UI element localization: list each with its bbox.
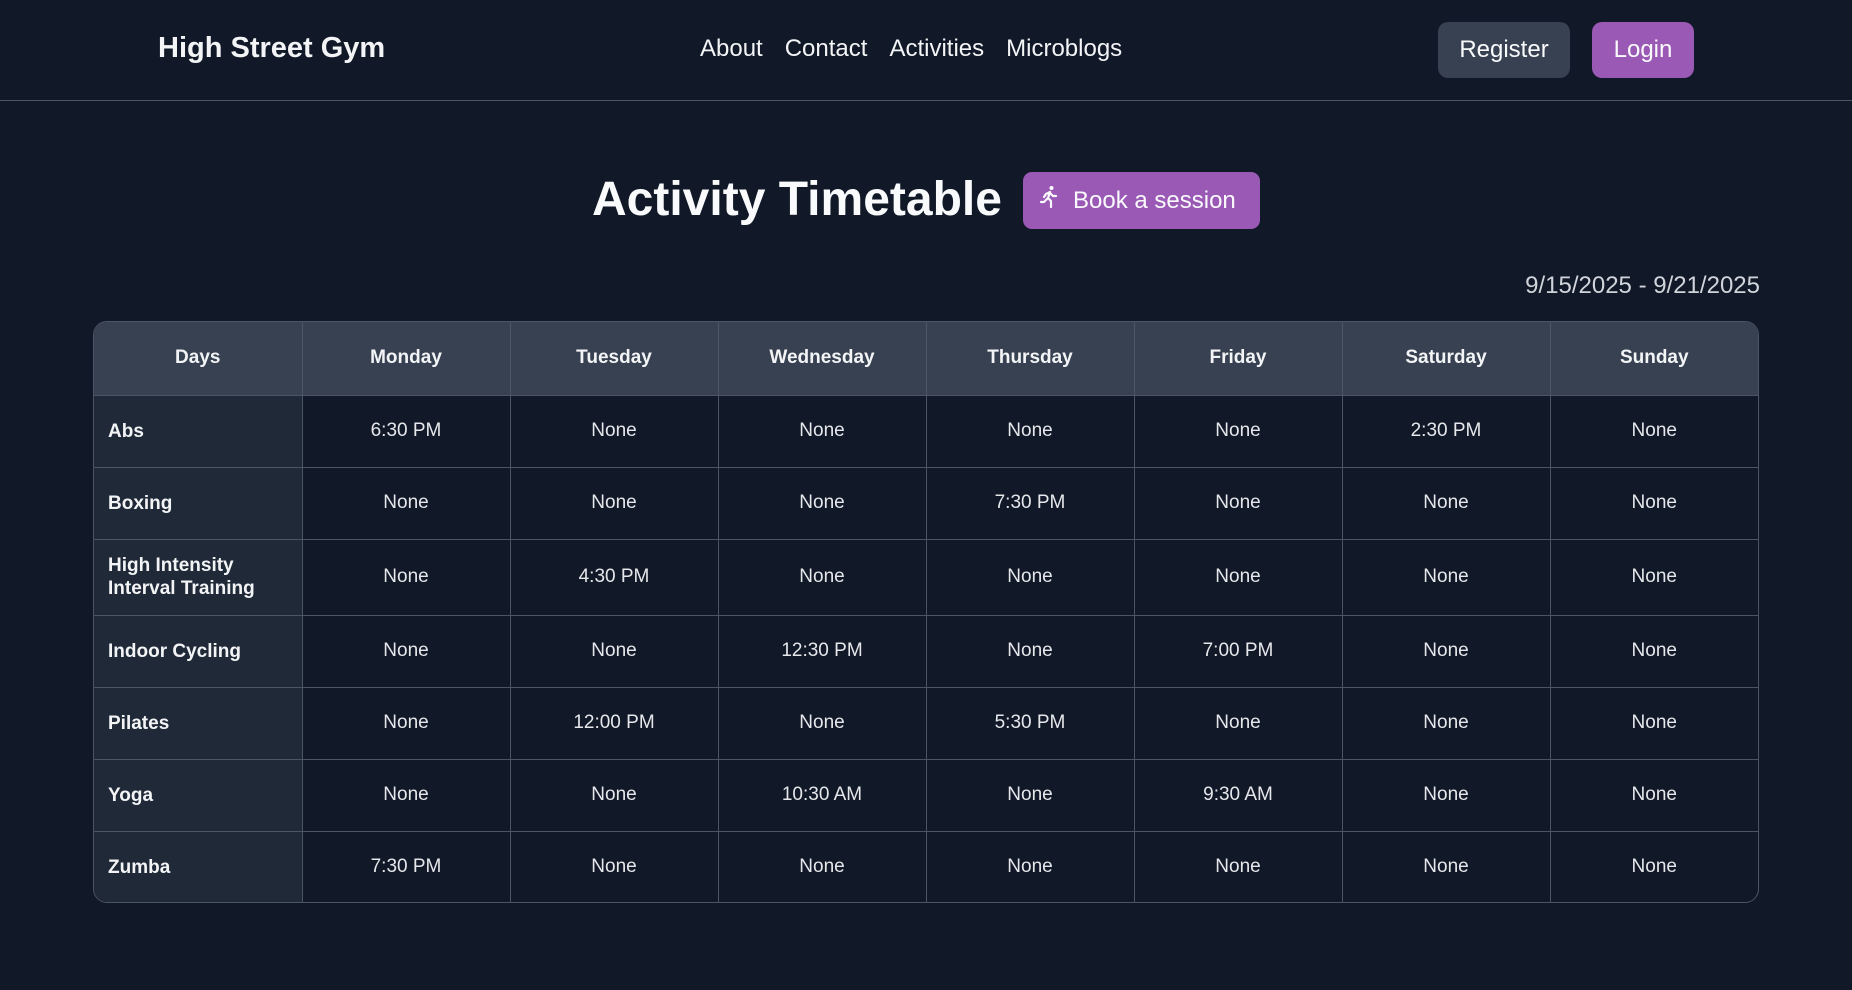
session-time: None <box>1134 539 1343 616</box>
session-time: None <box>1550 759 1758 832</box>
register-button[interactable]: Register <box>1438 22 1570 78</box>
session-time: None <box>1342 759 1551 832</box>
session-time: None <box>1342 539 1551 616</box>
column-header-wednesday: Wednesday <box>718 322 927 396</box>
session-time: None <box>1342 687 1551 760</box>
activity-name: Indoor Cycling <box>94 615 303 688</box>
session-time: None <box>1550 467 1758 540</box>
session-time: None <box>926 759 1135 832</box>
session-time: None <box>718 395 927 468</box>
session-time: None <box>510 467 719 540</box>
nav-link-about[interactable]: About <box>700 35 763 63</box>
nav-link-microblogs[interactable]: Microblogs <box>1006 35 1122 63</box>
session-time: 6:30 PM <box>302 395 511 468</box>
book-session-label: Book a session <box>1073 186 1236 214</box>
top-navigation-bar: High Street Gym About Contact Activities… <box>0 0 1852 101</box>
session-time: None <box>1134 395 1343 468</box>
table-header-row: Days Monday Tuesday Wednesday Thursday F… <box>94 322 1758 396</box>
session-time: None <box>510 395 719 468</box>
timetable: Days Monday Tuesday Wednesday Thursday F… <box>93 321 1759 903</box>
table-row: High Intensity Interval Training None 4:… <box>94 539 1758 616</box>
table-row: Pilates None 12:00 PM None 5:30 PM None … <box>94 687 1758 760</box>
session-time: None <box>1342 831 1551 902</box>
session-time: None <box>1550 687 1758 760</box>
session-time: 4:30 PM <box>510 539 719 616</box>
session-time: None <box>1550 395 1758 468</box>
table-row: Zumba 7:30 PM None None None None None N… <box>94 831 1758 902</box>
nav-link-activities[interactable]: Activities <box>889 35 984 63</box>
session-time: None <box>510 759 719 832</box>
session-time: None <box>926 539 1135 616</box>
activity-name: Boxing <box>94 467 303 540</box>
column-header-saturday: Saturday <box>1342 322 1551 396</box>
session-time: None <box>1342 615 1551 688</box>
session-time: None <box>1134 831 1343 902</box>
date-range: 9/15/2025 - 9/21/2025 <box>1525 272 1760 299</box>
running-person-icon <box>1039 185 1059 216</box>
table-row: Boxing None None None 7:30 PM None None … <box>94 467 1758 540</box>
column-header-monday: Monday <box>302 322 511 396</box>
session-time: None <box>1631 856 1677 878</box>
activity-name: Abs <box>94 395 303 468</box>
table-row: Yoga None None 10:30 AM None 9:30 AM Non… <box>94 759 1758 832</box>
timetable-table: Days Monday Tuesday Wednesday Thursday F… <box>94 322 1758 902</box>
session-time: 7:30 PM <box>302 831 511 902</box>
session-time: 12:30 PM <box>718 615 927 688</box>
session-time: None <box>1550 539 1758 616</box>
session-time: None <box>302 539 511 616</box>
activity-name: Yoga <box>94 759 303 832</box>
session-time: None <box>718 539 927 616</box>
column-header-sunday: Sunday <box>1550 322 1758 396</box>
session-time: 12:00 PM <box>510 687 719 760</box>
session-time: None <box>718 467 927 540</box>
column-header-tuesday: Tuesday <box>510 322 719 396</box>
activity-name: High Intensity Interval Training <box>94 539 303 616</box>
session-time: None <box>926 615 1135 688</box>
session-time: None <box>926 831 1135 902</box>
session-time: None <box>302 759 511 832</box>
session-time: None <box>1134 687 1343 760</box>
table-row: Abs 6:30 PM None None None None 2:30 PM … <box>94 395 1758 468</box>
session-time: 10:30 AM <box>718 759 927 832</box>
session-time: None <box>302 687 511 760</box>
session-time: None <box>718 831 927 902</box>
session-time: None <box>510 831 719 902</box>
session-time: None <box>926 395 1135 468</box>
activity-name: Zumba <box>94 831 303 902</box>
session-time: 5:30 PM <box>926 687 1135 760</box>
session-time: 7:00 PM <box>1134 615 1343 688</box>
session-time: None <box>1134 467 1343 540</box>
session-time: 7:30 PM <box>926 467 1135 540</box>
session-time: None <box>718 687 927 760</box>
login-button[interactable]: Login <box>1592 22 1694 78</box>
session-time: None <box>1342 467 1551 540</box>
session-time: None <box>510 615 719 688</box>
book-session-button[interactable]: Book a session <box>1023 172 1260 229</box>
column-header-thursday: Thursday <box>926 322 1135 396</box>
main-nav: About Contact Activities Microblogs <box>700 35 1122 63</box>
session-time: None <box>302 467 511 540</box>
session-time: None <box>302 615 511 688</box>
column-header-friday: Friday <box>1134 322 1343 396</box>
session-time: None <box>1550 615 1758 688</box>
table-row: Indoor Cycling None None 12:30 PM None 7… <box>94 615 1758 688</box>
column-header-days: Days <box>94 322 303 396</box>
nav-link-contact[interactable]: Contact <box>785 35 868 63</box>
site-brand[interactable]: High Street Gym <box>158 32 385 65</box>
session-time: 9:30 AM <box>1134 759 1343 832</box>
session-time: 2:30 PM <box>1342 395 1551 468</box>
page-title: Activity Timetable <box>592 173 1002 226</box>
activity-name: Pilates <box>94 687 303 760</box>
